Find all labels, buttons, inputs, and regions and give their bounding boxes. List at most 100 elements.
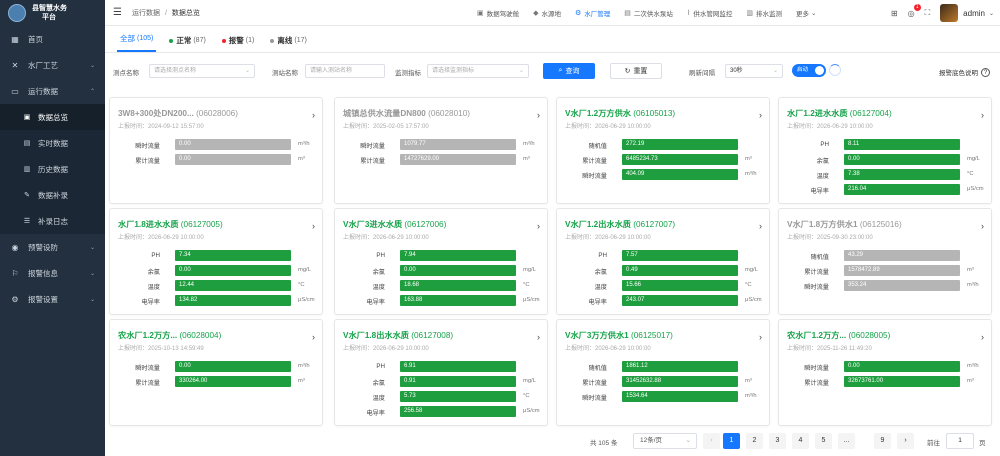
metric-value: 0.00 [175,265,291,276]
chevron-right-icon[interactable]: › [981,332,984,342]
nav-dashboard[interactable]: ▣ 数据驾驶舱 [477,8,519,18]
site-input[interactable]: 请输入测站名称 [305,64,385,78]
interval-select[interactable]: 30秒 ⌄ [725,64,783,78]
logo-icon [8,4,26,22]
nav-water-source[interactable]: ◆ 水源地 [533,8,561,18]
fullscreen-icon[interactable]: ⛶ [925,8,931,18]
metric-unit: μS/cm [298,297,315,303]
chevron-right-icon[interactable]: › [759,221,762,231]
metric-label: 随机值 [810,254,829,261]
sidebar-subitem-supplement-log[interactable]: ☰ 补录日志 [0,208,105,234]
page-button[interactable]: 1 [723,433,740,449]
station-card[interactable]: V水厂1.2出水水质 (06127007) › 上报时间：2026-06-29 10… [556,208,770,315]
sidebar-item-home[interactable]: ▦ 首页 [0,26,105,52]
prev-page-button[interactable]: ‹ [703,433,720,449]
metric-value: 0.00 [175,139,291,150]
metric-label: 累计流量 [582,158,607,165]
station-card[interactable]: V水厂3万方供水1 (06125017) › 上报时间：2026-06-29 10:… [556,319,770,426]
metric-value: 243.07 [622,295,738,306]
station-card[interactable]: 水厂1.2进水水质 (06127004) › 上报时间：2026-06-29 10:… [778,97,992,204]
card-title: 农水厂1.2万方... (06028004) [118,329,308,341]
bell-icon[interactable]: ◎ 1 [908,3,921,18]
metric-unit: μS/cm [523,408,540,414]
nav-drainage[interactable]: ▥ 排水监测 [746,8,782,18]
auto-refresh-toggle[interactable]: 启动 [792,64,826,77]
sidebar-subitem-label: 历史数据 [38,164,68,174]
goto-page-input[interactable]: 1 [946,433,974,449]
station-code: (06028006) [196,109,238,118]
chevron-right-icon[interactable]: › [537,221,540,231]
chevron-right-icon[interactable]: › [537,332,540,342]
report-time: 上报时间：2026-06-29 10:00:00 [343,235,429,241]
chevron-right-icon[interactable]: › [759,110,762,120]
sidebar-item-plant-process[interactable]: ✕ 水厂工艺 ⌄ [0,52,105,78]
tab-normal[interactable]: 正常 (87) [166,35,208,52]
metric-label: 累计流量 [135,158,160,165]
reset-button[interactable]: ↻ 重置 [610,63,662,79]
tab-alarm[interactable]: 报警 (1) [219,35,258,52]
page-button[interactable]: 4 [792,433,809,449]
sidebar-item-alarm-settings[interactable]: ⚙ 报警设置 ⌄ [0,286,105,312]
station-card[interactable]: V水厂1.8出水水质 (06127008) › 上报时间：2026-06-29 10… [334,319,548,426]
page-button[interactable]: 2 [746,433,763,449]
sidebar-subitem-history[interactable]: ▥ 历史数据 [0,156,105,182]
metric-row: 电导率 134.82 μS/cm [110,294,324,309]
report-time: 上报时间：2024-09-12 15:57:00 [118,124,204,130]
next-page-button[interactable]: › [897,433,914,449]
station-card[interactable]: 3W8+300处DN200... (06028006) › 上报时间：2024-09… [109,97,323,204]
indicator-select[interactable]: 请选择监测指标 ⌄ [427,64,529,78]
chevron-down-icon[interactable]: ⌄ [989,10,994,17]
station-card[interactable]: V水厂1.8万方供水1 (06125016) › 上报时间：2025-09-30 2… [778,208,992,315]
chevron-right-icon[interactable]: › [312,221,315,231]
sidebar-item-run-data[interactable]: ▭ 运行数据 ⌃ [0,78,105,104]
card-title: V水厂1.2出水水质 (06127007) [565,218,755,230]
nav-plant-management[interactable]: ⚙ 水厂管理 [575,8,610,18]
page-button[interactable]: 5 [815,433,832,449]
station-select[interactable]: 请选择测点名称 ⌄ [149,64,255,78]
chevron-right-icon[interactable]: › [312,332,315,342]
tab-all[interactable]: 全部 (105) [117,33,157,52]
chevron-down-icon: ⌄ [685,437,691,444]
drainage-icon: ▥ [746,10,753,17]
chevron-right-icon[interactable]: › [312,110,315,120]
page-button[interactable]: 9 [874,433,891,449]
metric-label: PH [820,141,829,148]
pagination: 共 105 条 12条/页 ⌄ ‹ 1 2 3 4 5 ... 9 › 前往 1 … [105,432,1000,450]
page-ellipsis[interactable]: ... [838,433,855,449]
chevron-right-icon[interactable]: › [537,110,540,120]
nav-pipe-network[interactable]: ⌇ 供水管网监控 [687,8,732,18]
alarm-color-help[interactable]: 报警底色说明? [939,67,990,77]
sidebar-subitem-label: 数据总览 [38,112,68,122]
sidebar-item-alarm-info[interactable]: ⚐ 报警信息 ⌄ [0,260,105,286]
nav-pump-station[interactable]: ▤ 二次供水泵站 [624,8,673,18]
breadcrumb-item[interactable]: 运行数据 [132,10,160,17]
sidebar-item-warning[interactable]: ◉ 预警设防 ⌄ [0,234,105,260]
brand-line2: 平台 [42,14,56,21]
sidebar-subitem-realtime[interactable]: ▤ 实时数据 [0,130,105,156]
station-card[interactable]: V水厂1.2万方供水 (06105013) › 上报时间：2026-06-29 10… [556,97,770,204]
menu-fold-icon[interactable]: ☰ [113,7,122,18]
apps-icon[interactable]: ⊞ [891,9,898,18]
nav-more[interactable]: 更多 ⌄ [796,8,816,18]
station-card[interactable]: V水厂3进水水质 (06127006) › 上报时间：2026-06-29 10:0… [334,208,548,315]
avatar[interactable] [940,4,959,22]
station-card[interactable]: 城镇总供水流量DN800 (06028010) › 上报时间：2025-02-05 … [334,97,548,204]
station-placeholder: 请选择测点名称 [154,68,197,74]
chevron-down-icon: ⌄ [89,244,95,251]
page-size-select[interactable]: 12条/页 ⌄ [633,433,697,449]
page-button[interactable]: 3 [769,433,786,449]
chevron-right-icon[interactable]: › [981,110,984,120]
sidebar-subitem-supplement[interactable]: ✎ 数据补录 [0,182,105,208]
query-button[interactable]: ⌕ 查询 [543,63,595,79]
chevron-right-icon[interactable]: › [981,221,984,231]
user-name[interactable]: admin [963,9,985,18]
station-card[interactable]: 农水厂1.2万方... (06028005) › 上报时间：2025-11-26 1… [778,319,992,426]
sidebar-subitem-overview[interactable]: ▣ 数据总览 [0,104,105,130]
station-card[interactable]: 水厂1.8进水水质 (06127005) › 上报时间：2026-06-29 10:… [109,208,323,315]
card-title: 水厂1.2进水水质 (06127004) [787,107,977,119]
chevron-right-icon[interactable]: › [759,332,762,342]
tab-offline[interactable]: 离线 (17) [267,35,309,52]
station-card[interactable]: 农水厂1.2万方... (06028004) › 上报时间：2025-10-13 1… [109,319,323,426]
station-code: (06127007) [633,220,676,229]
metric-value: 1079.77 [400,139,516,150]
